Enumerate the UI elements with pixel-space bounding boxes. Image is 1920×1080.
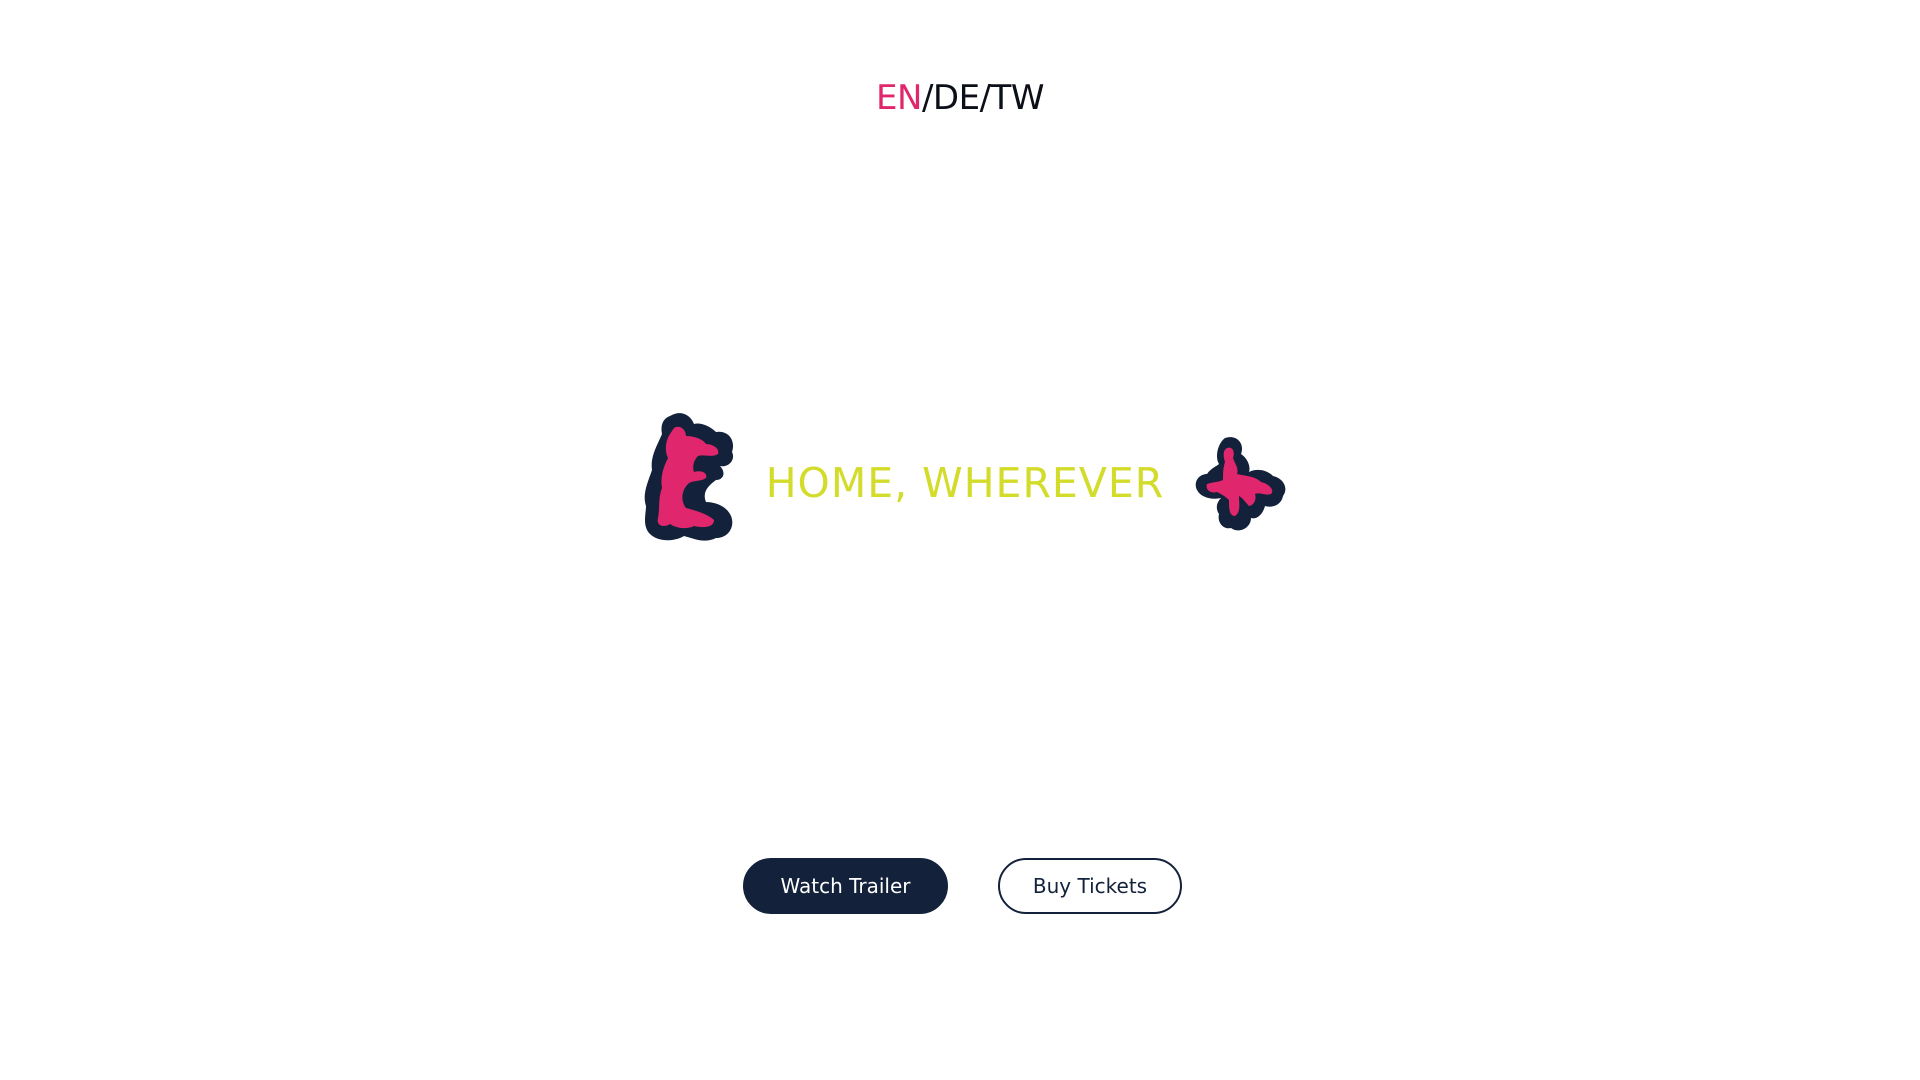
hero-title: HOME, WHEREVER bbox=[765, 459, 1165, 507]
lang-en-link[interactable]: EN bbox=[876, 78, 922, 118]
lang-separator: / bbox=[921, 78, 933, 118]
landing-page: EN/DE/TW HOME, WHEREVER Watch Trailer Bu… bbox=[0, 0, 1920, 1080]
buy-tickets-button[interactable]: Buy Tickets bbox=[998, 858, 1182, 914]
lang-separator: / bbox=[979, 78, 991, 118]
language-switcher: EN/DE/TW bbox=[0, 76, 1920, 120]
hero-banner: HOME, WHEREVER bbox=[640, 410, 1300, 560]
lang-de-link[interactable]: DE bbox=[933, 78, 980, 118]
watch-trailer-button[interactable]: Watch Trailer bbox=[743, 858, 948, 914]
pink-figure-jumping-icon bbox=[1195, 437, 1286, 531]
lang-tw-link[interactable]: TW bbox=[991, 78, 1045, 118]
action-buttons: Watch Trailer Buy Tickets bbox=[0, 858, 1920, 914]
